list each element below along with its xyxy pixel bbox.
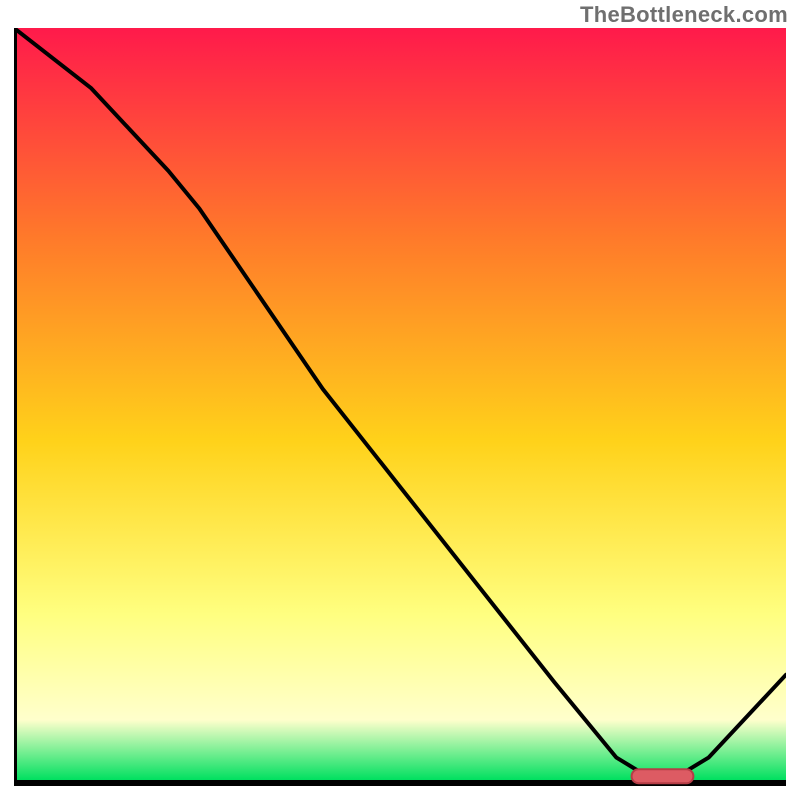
gradient-background: [14, 28, 786, 780]
plot-area: [14, 28, 786, 786]
chart-svg: [14, 28, 786, 786]
sweet-spot-marker: [632, 769, 694, 783]
chart-container: TheBottleneck.com: [0, 0, 800, 800]
watermark-text: TheBottleneck.com: [580, 2, 788, 28]
